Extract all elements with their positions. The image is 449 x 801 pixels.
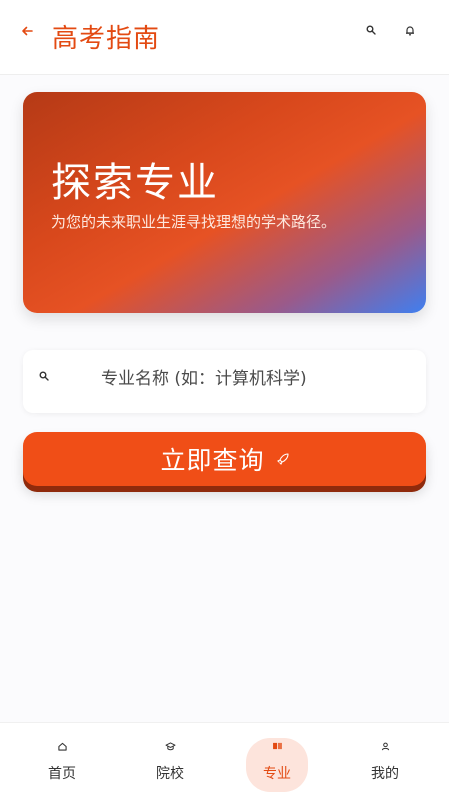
nav-item-home[interactable]: 首页: [32, 737, 92, 793]
hero-title: 探索专业: [51, 160, 219, 206]
nav-item-majors[interactable]: 专业: [246, 737, 308, 793]
home-icon: [57, 737, 67, 755]
school-icon: [165, 737, 176, 755]
book-icon: [272, 737, 283, 755]
hero-subtitle: 为您的未来职业生涯寻找理想的学术路径。: [51, 213, 337, 231]
nav-label-home: 首页: [48, 766, 76, 782]
back-button[interactable]: [18, 22, 36, 40]
nav-item-schools[interactable]: 院校: [140, 737, 200, 793]
search-field-icon-wrap: [39, 366, 53, 381]
person-icon: [381, 737, 390, 755]
nav-label-profile: 我的: [371, 766, 399, 782]
query-button[interactable]: 立即查询: [23, 432, 426, 486]
nav-label-schools: 院校: [156, 766, 184, 782]
query-button-label: 立即查询: [160, 446, 265, 475]
rocket-icon: [276, 453, 289, 465]
search-input[interactable]: [101, 369, 411, 389]
hero-banner: 探索专业 为您的未来职业生涯寻找理想的学术路径。: [23, 92, 426, 313]
nav-label-majors: 专业: [263, 766, 291, 782]
nav-item-profile[interactable]: 我的: [355, 737, 415, 793]
page-title: 高考指南: [52, 24, 161, 54]
search-icon: [366, 25, 376, 35]
bottom-navigation: 首页 院校 专业 我的: [0, 722, 449, 801]
search-button[interactable]: [363, 22, 379, 38]
bell-icon: [406, 25, 414, 35]
major-search-field[interactable]: [23, 350, 426, 413]
arrow-left-icon: [22, 26, 33, 36]
notification-button[interactable]: [402, 22, 418, 38]
top-app-bar: 高考指南: [0, 0, 449, 75]
search-icon: [39, 371, 49, 381]
